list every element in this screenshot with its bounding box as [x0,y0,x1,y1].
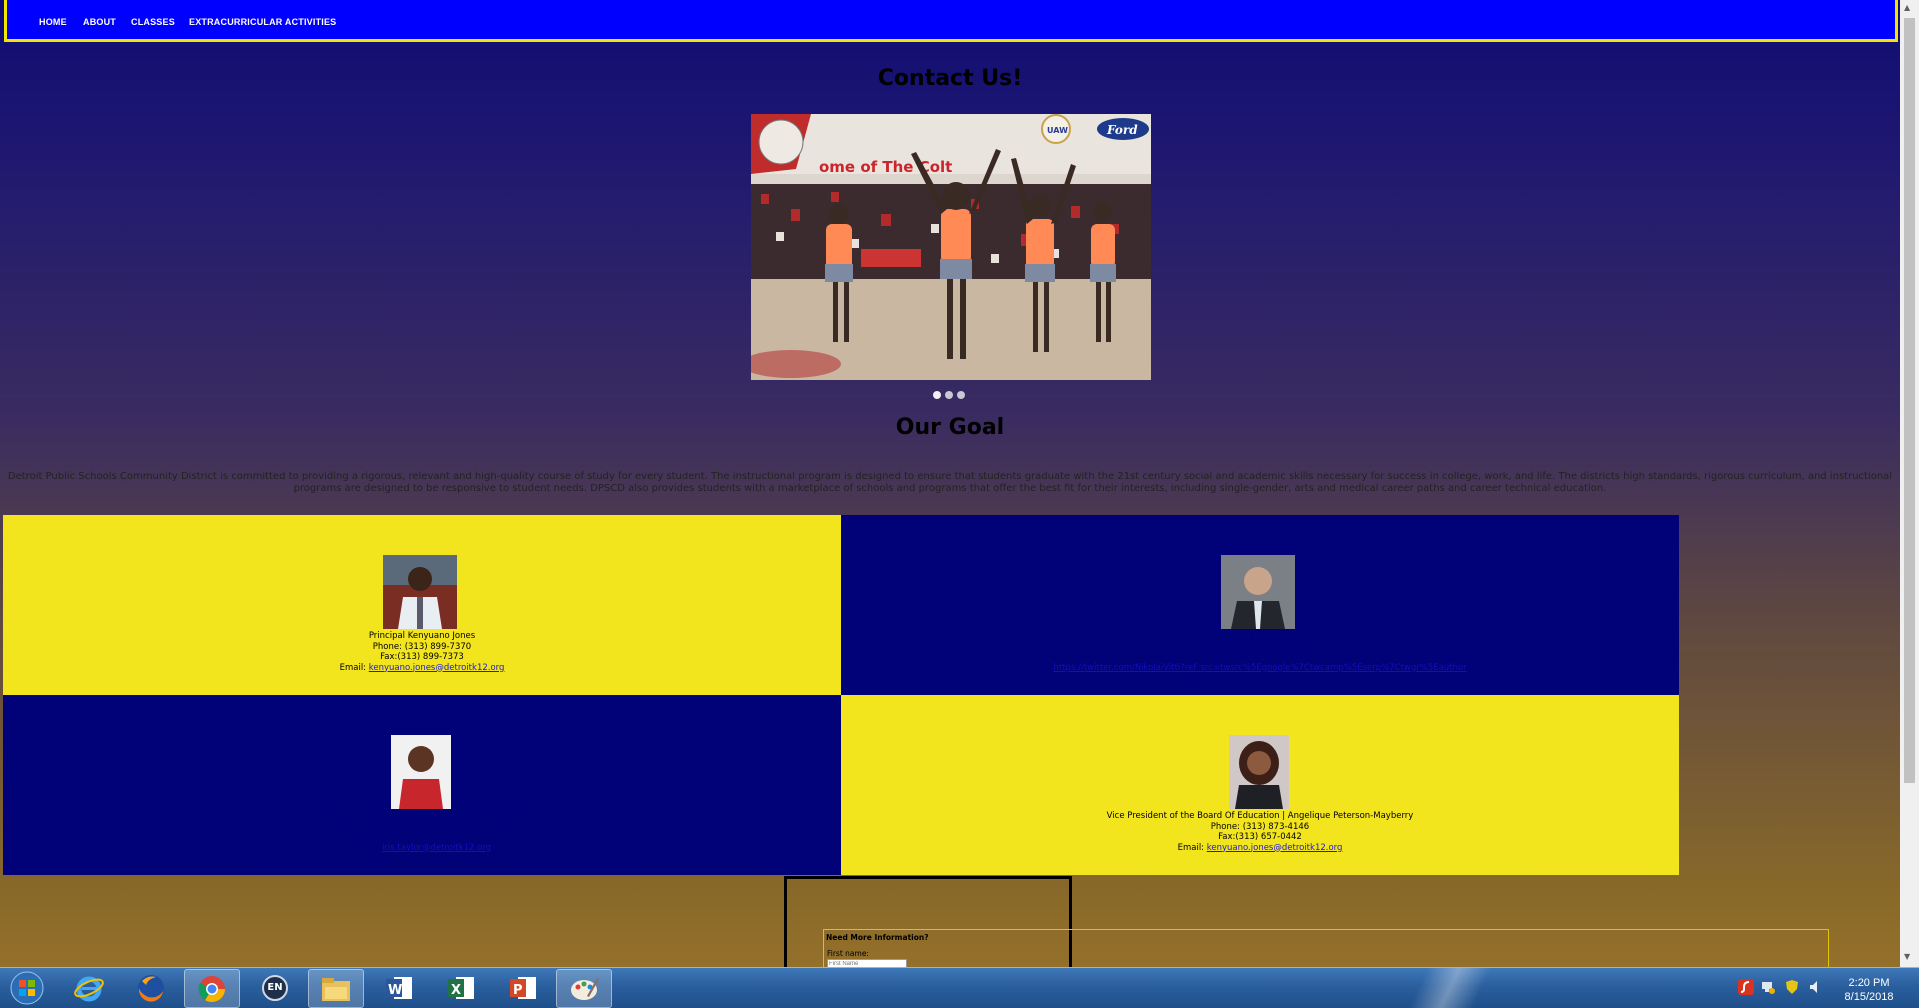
scrollbar-thumb[interactable] [1904,18,1915,783]
nav-home-link[interactable]: HOME [39,17,67,27]
slide-dot-3[interactable] [957,391,965,399]
network-icon[interactable] [1760,979,1776,995]
svg-text:W: W [388,983,402,998]
excel-icon[interactable]: X [434,969,488,1006]
superintendent-title: Dr. Nikolai Vitti [1228,631,1292,641]
scroll-up-arrow-icon[interactable]: ▲ [1904,3,1910,12]
board-vice-president-title: Vice President of the Board Of Education… [1106,811,1414,821]
uaw-logo-text: UAW [1047,126,1068,135]
web-page: HOME ABOUT CLASSES EXTRACURRICULAR ACTIV… [0,0,1900,967]
chrome-icon[interactable] [184,969,240,1008]
powerpoint-icon[interactable]: P [496,969,550,1006]
svg-text:X: X [451,983,461,998]
system-clock[interactable]: 2:20 PM 8/15/2018 [1834,976,1904,1004]
internet-explorer-icon[interactable] [62,969,116,1006]
paint-icon[interactable] [556,969,612,1008]
taskbar-decoration [1300,968,1600,1008]
start-button[interactable] [0,969,54,1006]
board-president-info: President of the Board Of Education | Ir… [3,811,841,853]
form-heading: Need More Information? [826,933,929,942]
contact-card-board-president: President of the Board Of Education | Ir… [3,695,841,875]
first-name-label: First name: [827,949,869,958]
board-president-email-link[interactable]: iris.taylor@detroitk12.org [382,843,491,853]
language-label: EN [267,982,283,993]
board-president-email-label: Email: [352,842,380,853]
superintendent-role: General Superintendent [1208,641,1312,652]
board-vice-president-info: Vice President of the Board Of Education… [841,811,1679,853]
slide-dot-1[interactable] [933,391,941,399]
principal-fax: Fax:(313) 899-7373 [380,652,464,662]
contact-card-superintendent: Dr. Nikolai Vitti General Superintendent… [841,515,1679,695]
clock-time: 2:20 PM [1848,977,1890,989]
principal-photo [383,555,457,629]
photo-banner-text: ome of The Colt [819,158,952,176]
nav-about-link[interactable]: ABOUT [83,17,116,27]
slideshow-image[interactable]: ome of The Colt UAW Ford [751,114,1151,380]
board-vice-president-fax: Fax:(313) 657-0442 [1218,832,1302,842]
volume-icon[interactable] [1808,979,1824,995]
contact-heading: Contact Us! [877,66,1023,91]
nav-classes-link[interactable]: CLASSES [131,17,175,27]
security-shield-icon[interactable] [1784,979,1800,995]
board-vice-president-phone: Phone: (313) 873-4146 [1210,821,1310,832]
first-name-input[interactable] [827,959,907,967]
board-vice-president-email-label: Email: [1177,842,1205,853]
board-president-fax: Fax:(313) 657-0442 [380,832,464,842]
contact-card-principal: Principal Kenyuano Jones Phone: (313) 89… [3,515,841,695]
superintendent-phone: Phone:(313) 240-4377 [1212,652,1308,662]
principal-title: Principal Kenyuano Jones [368,631,476,641]
board-president-title: President of the Board Of Education | Ir… [321,811,523,821]
board-vice-president-photo [1229,735,1289,809]
principal-phone: Phone: (313) 899-7370 [372,641,472,652]
superintendent-photo [1221,555,1295,629]
dance-team-photo: ome of The Colt UAW Ford [751,114,1151,380]
language-bar-icon[interactable]: EN [248,969,302,1006]
vertical-scrollbar[interactable]: ▲ ▼ [1900,0,1919,967]
svg-text:P: P [513,983,523,998]
windows-taskbar: EN W X P 2:20 PM 8/15/2018 [0,967,1919,1008]
superintendent-twitter-link[interactable]: https://twitter.com/NikolaiVitti?ref_src… [1053,663,1466,673]
goal-paragraph: Detroit Public Schools Community Distric… [7,471,1893,494]
board-president-phone: Phone: (313) 873-4146 [372,821,472,832]
slide-dot-2[interactable] [945,391,953,399]
board-president-photo [391,735,451,809]
clock-date: 8/15/2018 [1844,991,1894,1003]
info-request-form: Need More Information? First name: [823,929,1829,967]
board-vice-president-email-link[interactable]: kenyuano.jones@detroitk12.org [1207,843,1343,853]
scroll-down-arrow-icon[interactable]: ▼ [1904,952,1910,961]
file-explorer-icon[interactable] [308,969,364,1008]
nav-extracurricular-link[interactable]: EXTRACURRICULAR ACTIVITIES [189,17,336,27]
goal-heading: Our Goal [895,415,1005,440]
principal-info: Principal Kenyuano Jones Phone: (313) 89… [3,631,841,673]
contact-card-board-vice-president: Vice President of the Board Of Education… [841,695,1679,875]
word-icon[interactable]: W [372,969,426,1006]
top-navbar: HOME ABOUT CLASSES EXTRACURRICULAR ACTIV… [4,0,1898,42]
superintendent-info: Dr. Nikolai Vitti General Superintendent… [841,631,1679,673]
ford-logo-text: Ford [1106,123,1138,137]
principal-email-link[interactable]: kenyuano.jones@detroitk12.org [369,663,505,673]
flash-player-icon[interactable] [1738,979,1754,995]
firefox-icon[interactable] [124,969,178,1006]
principal-email-label: Email: [339,662,367,673]
